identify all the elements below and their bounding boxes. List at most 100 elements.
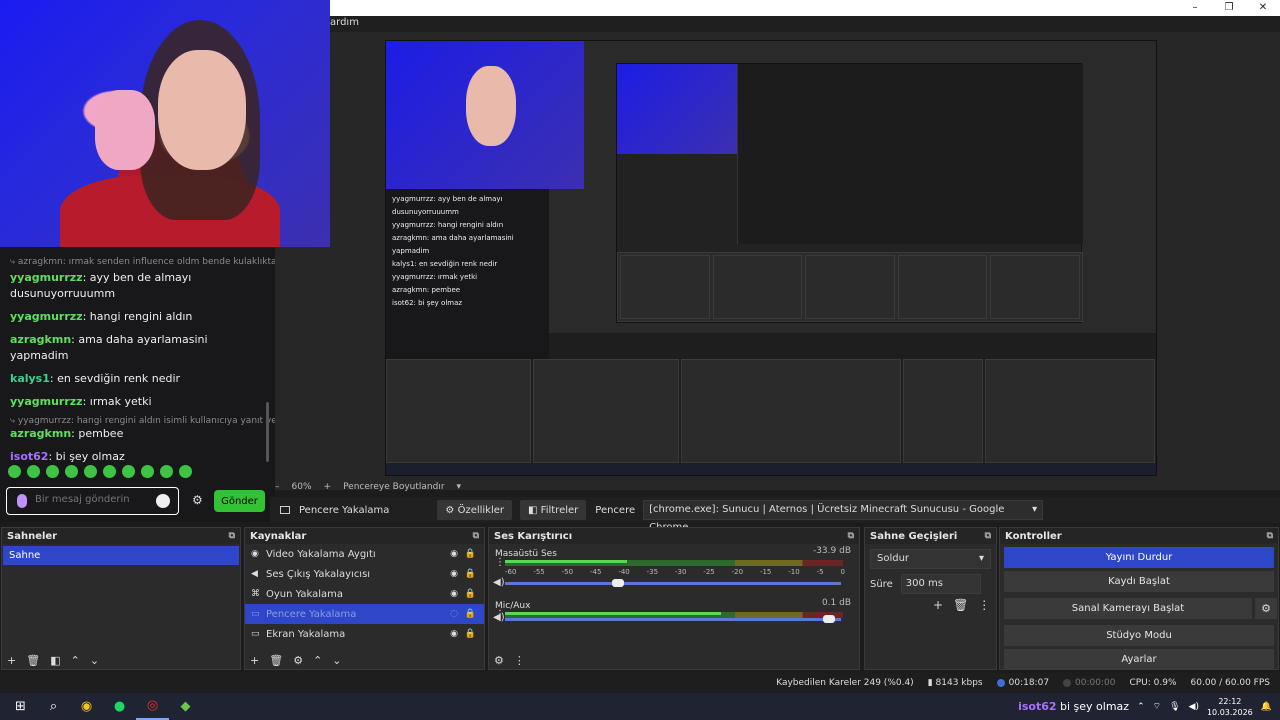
emote-icon[interactable] (141, 465, 154, 478)
obs-icon[interactable]: ◎ (136, 693, 169, 720)
undock-icon[interactable]: ⧉ (985, 531, 991, 541)
volume-knob[interactable] (823, 615, 835, 623)
menu-item-help[interactable]: ardım (330, 17, 359, 28)
source-item[interactable]: ▭ Ekran Yakalama ◉ 🔒 (245, 624, 484, 644)
lock-icon[interactable]: 🔒 (465, 589, 476, 599)
more-icon[interactable]: ⋮ (514, 654, 525, 667)
gear-icon[interactable]: ⚙ (1255, 598, 1277, 619)
eye-icon[interactable]: ◉ (450, 629, 458, 639)
chat-username[interactable]: isot62 (10, 450, 48, 463)
add-icon[interactable]: + (250, 654, 259, 667)
emote-icon[interactable] (103, 465, 116, 478)
emote-icon[interactable] (8, 465, 21, 478)
add-icon[interactable]: + (933, 598, 943, 612)
undock-icon[interactable]: ⧉ (229, 531, 235, 541)
volume-knob[interactable] (612, 579, 624, 587)
gear-icon[interactable]: ⚙ (293, 654, 303, 667)
chat-notification[interactable]: isot62 bi şey olmaz (1018, 700, 1129, 713)
eye-hidden-icon[interactable]: ◌ (450, 609, 458, 619)
search-icon[interactable]: ⌕ (37, 693, 70, 720)
lock-icon[interactable]: 🔒 (465, 549, 476, 559)
chevron-up-icon[interactable]: ⌃ (1137, 702, 1145, 712)
chat-input-box[interactable] (6, 487, 179, 515)
chevron-down-icon[interactable]: ⌄ (332, 654, 341, 667)
source-item[interactable]: ◉ Video Yakalama Aygıtı ◉ 🔒 (245, 544, 484, 564)
mic-icon[interactable] (17, 494, 27, 508)
start-recording-button[interactable]: Kaydı Başlat (1004, 571, 1274, 592)
volume-slider[interactable] (505, 582, 841, 585)
chat-input[interactable] (35, 494, 155, 505)
trash-icon[interactable]: 🗑 (953, 598, 968, 612)
minimize-button[interactable]: – (1178, 0, 1212, 16)
filter-icon[interactable]: ◧ (50, 654, 60, 667)
emote-icon[interactable] (122, 465, 135, 478)
zoom-in-button[interactable]: + (324, 482, 332, 492)
emote-icon[interactable] (65, 465, 78, 478)
volume-icon[interactable]: ◀) (493, 612, 505, 623)
eye-icon[interactable]: ◉ (450, 589, 458, 599)
source-item[interactable]: ⌘ Oyun Yakalama ◉ 🔒 (245, 584, 484, 604)
emote-icon[interactable] (179, 465, 192, 478)
volume-icon[interactable]: ◀) (1189, 702, 1199, 712)
scene-item[interactable]: Sahne (3, 546, 239, 565)
undock-icon[interactable]: ⧉ (848, 531, 854, 541)
spotify-icon[interactable]: ● (103, 693, 136, 720)
chat-username[interactable]: yyagmurrzz (10, 310, 83, 323)
chrome-icon[interactable]: ◉ (70, 693, 103, 720)
clock[interactable]: 22:12 10.03.2026 (1207, 696, 1253, 718)
lock-icon[interactable]: 🔒 (465, 629, 476, 639)
eye-icon[interactable]: ◉ (450, 549, 458, 559)
stop-stream-button[interactable]: Yayını Durdur (1004, 547, 1274, 568)
volume-slider[interactable] (505, 618, 841, 621)
emote-picker-icon[interactable] (156, 494, 170, 508)
windows-start-icon[interactable]: ⊞ (4, 693, 37, 720)
wifi-icon[interactable]: ⌔ (1153, 701, 1161, 712)
chat-settings-icon[interactable]: ⚙ (192, 493, 203, 507)
settings-button[interactable]: Ayarlar (1004, 649, 1274, 670)
mixer-settings-icon[interactable]: ⚙ (494, 654, 504, 667)
chat-username[interactable]: yyagmurrzz (10, 395, 83, 408)
source-item[interactable]: ◀ Ses Çıkış Yakalayıcısı ◉ 🔒 (245, 564, 484, 584)
lock-icon[interactable]: 🔒 (465, 609, 476, 619)
eye-icon[interactable]: ◉ (450, 569, 458, 579)
chevron-up-icon[interactable]: ⌃ (71, 654, 80, 667)
duration-input[interactable]: 300 ms (900, 574, 981, 594)
undock-icon[interactable]: ⧉ (473, 531, 479, 541)
emote-icon[interactable] (84, 465, 97, 478)
zoom-out-button[interactable]: – (275, 482, 280, 492)
microphone-icon[interactable]: 🎙 (1169, 702, 1180, 712)
lock-icon[interactable]: 🔒 (465, 569, 476, 579)
minecraft-icon[interactable]: ◆ (169, 693, 202, 720)
chevron-down-icon[interactable]: ⌄ (90, 654, 99, 667)
chat-username[interactable]: yyagmurrzz (10, 271, 83, 284)
emote-icon[interactable] (160, 465, 173, 478)
volume-icon[interactable]: ◀) (493, 577, 505, 588)
trash-icon[interactable]: 🗑 (26, 654, 40, 667)
properties-button[interactable]: ⚙ Özellikler (437, 500, 513, 520)
preview-canvas[interactable]: yyagmurrzz: ayy ben de almayı dusunuyorr… (385, 40, 1157, 476)
filters-button[interactable]: ◧ Filtreler (520, 500, 587, 520)
emote-icon[interactable] (46, 465, 59, 478)
close-button[interactable]: ✕ (1246, 0, 1280, 16)
more-icon[interactable]: ⋮ (978, 598, 990, 612)
window-select[interactable]: [chrome.exe]: Sunucu | Aternos | Ücretsi… (643, 500, 1044, 533)
trash-icon[interactable]: 🗑 (269, 654, 283, 667)
chat-scrollbar[interactable] (266, 402, 269, 462)
emote-icon[interactable] (27, 465, 40, 478)
transition-select[interactable]: Soldur (870, 549, 991, 569)
chat-username[interactable]: azragkmn (10, 427, 71, 440)
chevron-up-icon[interactable]: ⌃ (313, 654, 322, 667)
restore-button[interactable]: ❐ (1212, 0, 1246, 16)
chevron-down-icon[interactable]: ▾ (457, 482, 462, 492)
studio-mode-button[interactable]: Stüdyo Modu (1004, 625, 1274, 646)
more-icon[interactable]: ⋮ (495, 557, 505, 568)
chat-username[interactable]: azragkmn (10, 333, 71, 346)
undock-icon[interactable]: ⧉ (1267, 531, 1273, 541)
source-item-selected[interactable]: ▭ Pencere Yakalama ◌ 🔒 (245, 604, 484, 624)
notifications-icon[interactable]: 🔔 (1261, 702, 1272, 712)
fit-to-window-button[interactable]: Pencereye Boyutlandır (343, 482, 444, 492)
add-icon[interactable]: + (7, 654, 16, 667)
start-virtual-camera-button[interactable]: Sanal Kamerayı Başlat (1004, 598, 1252, 619)
send-button[interactable]: Gönder (214, 490, 265, 512)
chat-username[interactable]: kalys1 (10, 372, 50, 385)
